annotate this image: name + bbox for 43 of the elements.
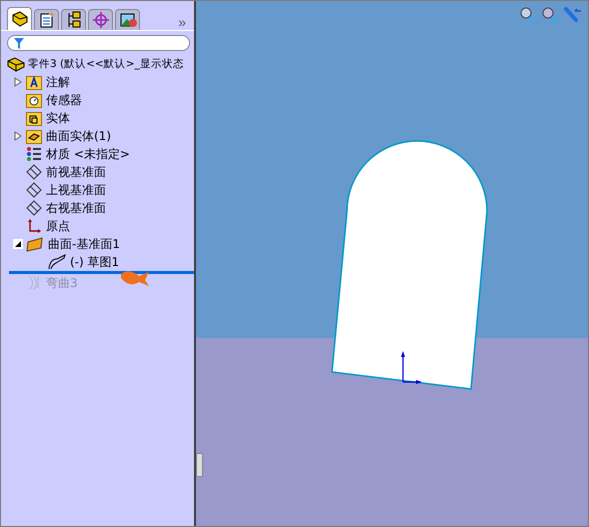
hierarchy-icon: [68, 12, 80, 28]
splitter-handle[interactable]: [196, 453, 203, 477]
tree-item[interactable]: 注解: [45, 74, 71, 90]
part-icon: [7, 56, 25, 72]
collapse-icon[interactable]: [13, 239, 23, 249]
image-icon: [120, 14, 136, 27]
tree-item[interactable]: 零件3 (默认<<默认>_显示状态: [27, 57, 185, 71]
folder-cube-icon: [26, 110, 42, 126]
tree-item[interactable]: 曲面-基准面1: [47, 236, 121, 252]
zoom-icon[interactable]: [520, 7, 536, 23]
zoom-area-icon[interactable]: [542, 7, 558, 23]
panel-tab[interactable]: [115, 9, 140, 30]
crosshair-icon: [92, 11, 110, 29]
plane-icon: [26, 164, 42, 180]
tree-item[interactable]: 曲面实体(1): [45, 128, 112, 144]
filter-field[interactable]: [7, 35, 190, 51]
tree-item[interactable]: 材质 <未指定>: [45, 146, 131, 162]
expand-icon[interactable]: [13, 131, 23, 141]
tree-item[interactable]: 前视基准面: [45, 164, 107, 180]
document-icon: [40, 12, 54, 28]
tree-item[interactable]: 传感器: [45, 92, 83, 108]
tree-item[interactable]: 原点: [45, 218, 71, 234]
tree-item[interactable]: 右视基准面: [45, 200, 107, 216]
plane-icon: [26, 200, 42, 216]
tree-item[interactable]: 上视基准面: [45, 182, 107, 198]
tree-item[interactable]: 实体: [45, 110, 71, 126]
filter-icon: [14, 38, 24, 48]
expand-icon[interactable]: [13, 77, 23, 87]
panel-tab[interactable]: [34, 9, 59, 30]
panel-tab[interactable]: [7, 7, 32, 30]
tree-item[interactable]: (-) 草图1: [69, 254, 120, 270]
material-icon: [26, 146, 42, 162]
sketch-icon: [48, 254, 66, 270]
folder-gauge-icon: [26, 92, 42, 108]
folder-surface-icon: [26, 128, 42, 144]
plane-icon: [26, 182, 42, 198]
part-icon: [12, 11, 27, 27]
origin-axes-icon: [401, 351, 422, 384]
origin-icon: [26, 218, 42, 234]
more-tabs-button[interactable]: »: [174, 14, 190, 30]
panel-tab[interactable]: [61, 9, 86, 30]
folder-letter-icon: [26, 74, 42, 90]
surface-icon: [26, 236, 44, 252]
